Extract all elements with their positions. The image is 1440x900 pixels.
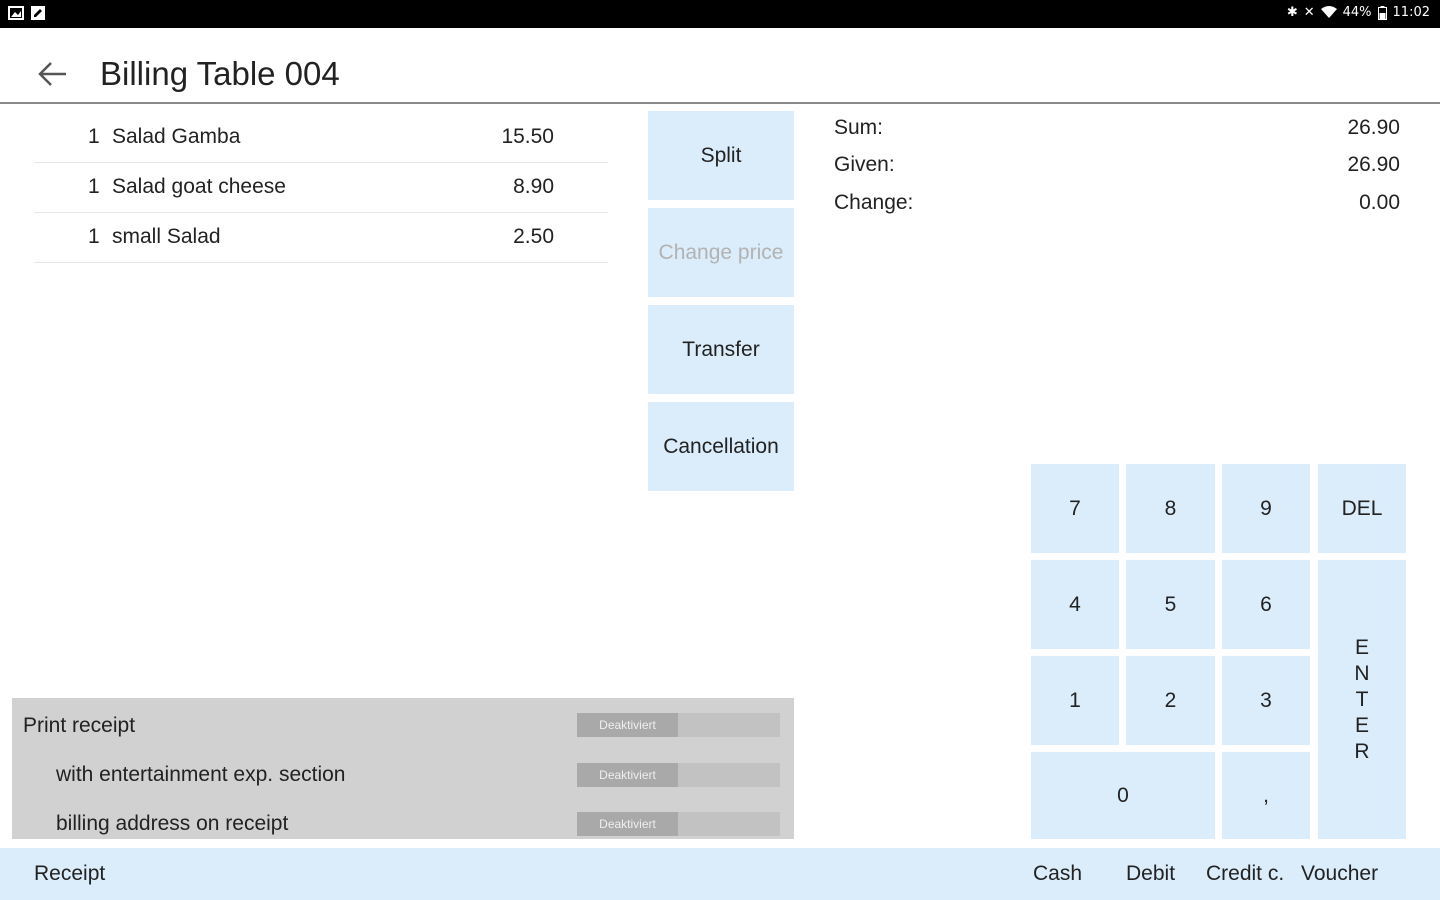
toggle-state: Deaktiviert: [577, 812, 678, 836]
key-9[interactable]: 9: [1222, 464, 1310, 553]
key-4[interactable]: 4: [1031, 560, 1119, 649]
comma-key[interactable]: ,: [1222, 752, 1310, 839]
cancellation-button[interactable]: Cancellation: [648, 402, 794, 491]
wifi-icon: [1320, 6, 1337, 18]
given-label: Given:: [834, 153, 895, 176]
key-0[interactable]: 0: [1031, 752, 1215, 839]
change-label: Change:: [834, 191, 914, 214]
receipt-options-panel: Print receipt Deaktiviert with entertain…: [12, 698, 794, 839]
order-item-list: 1 Salad Gamba 15.50 1 Salad goat cheese …: [34, 113, 608, 263]
billing-address-label: billing address on receipt: [56, 812, 289, 835]
given-value: 26.90: [1347, 153, 1400, 176]
receipt-button[interactable]: Receipt: [34, 862, 105, 886]
item-name: Salad goat cheese: [112, 175, 286, 198]
mute-icon: ✕: [1303, 5, 1315, 20]
item-price: 2.50: [513, 225, 554, 248]
transfer-button[interactable]: Transfer: [648, 305, 794, 394]
credit-card-button[interactable]: Credit c.: [1206, 862, 1284, 886]
billing-address-toggle[interactable]: Deaktiviert: [577, 812, 780, 836]
list-item[interactable]: 1 small Salad 2.50: [34, 213, 608, 263]
entertainment-section-label: with entertainment exp. section: [56, 763, 346, 786]
app-bar: Billing Table 004: [0, 28, 1440, 104]
back-arrow-icon[interactable]: [32, 54, 72, 94]
cash-button[interactable]: Cash: [1033, 862, 1082, 886]
bluetooth-icon: ✱: [1286, 5, 1298, 20]
enter-letter: T: [1355, 687, 1369, 711]
item-price: 15.50: [501, 125, 554, 148]
battery-percent: 44%: [1342, 5, 1372, 20]
key-6[interactable]: 6: [1222, 560, 1310, 649]
enter-key[interactable]: E N T E R: [1318, 560, 1406, 839]
delete-key[interactable]: DEL: [1318, 464, 1406, 553]
list-item[interactable]: 1 Salad Gamba 15.50: [34, 113, 608, 163]
toggle-state: Deaktiviert: [577, 713, 678, 737]
change-price-button[interactable]: Change price: [648, 208, 794, 297]
toggle-state: Deaktiviert: [577, 763, 678, 787]
change-value: 0.00: [1359, 191, 1400, 214]
sum-label: Sum:: [834, 116, 884, 139]
enter-letter: E: [1354, 635, 1369, 659]
battery-icon: [1377, 5, 1387, 20]
edit-notification-icon: [31, 6, 45, 20]
list-item[interactable]: 1 Salad goat cheese 8.90: [34, 163, 608, 213]
entertainment-section-toggle[interactable]: Deaktiviert: [577, 763, 780, 787]
status-bar: ✱ ✕ 44% 11:02: [0, 0, 1440, 28]
print-receipt-toggle[interactable]: Deaktiviert: [577, 713, 780, 737]
payment-bar: Receipt Cash Debit Credit c. Voucher: [0, 848, 1440, 900]
enter-letter: R: [1354, 739, 1370, 763]
key-5[interactable]: 5: [1126, 560, 1215, 649]
item-name: Salad Gamba: [112, 125, 241, 148]
key-1[interactable]: 1: [1031, 656, 1119, 745]
item-price: 8.90: [513, 175, 554, 198]
item-name: small Salad: [112, 225, 221, 248]
clock: 11:02: [1392, 5, 1430, 20]
debit-button[interactable]: Debit: [1126, 862, 1175, 886]
page-title: Billing Table 004: [100, 55, 340, 92]
gallery-notification-icon: [8, 6, 24, 20]
split-button[interactable]: Split: [648, 111, 794, 200]
print-receipt-label: Print receipt: [23, 714, 136, 737]
item-quantity: 1: [88, 125, 100, 148]
enter-letter: E: [1354, 713, 1369, 737]
sum-value: 26.90: [1347, 116, 1400, 139]
key-2[interactable]: 2: [1126, 656, 1215, 745]
key-3[interactable]: 3: [1222, 656, 1310, 745]
enter-letter: N: [1354, 661, 1370, 685]
key-7[interactable]: 7: [1031, 464, 1119, 553]
voucher-button[interactable]: Voucher: [1301, 862, 1378, 886]
item-quantity: 1: [88, 225, 100, 248]
item-quantity: 1: [88, 175, 100, 198]
key-8[interactable]: 8: [1126, 464, 1215, 553]
